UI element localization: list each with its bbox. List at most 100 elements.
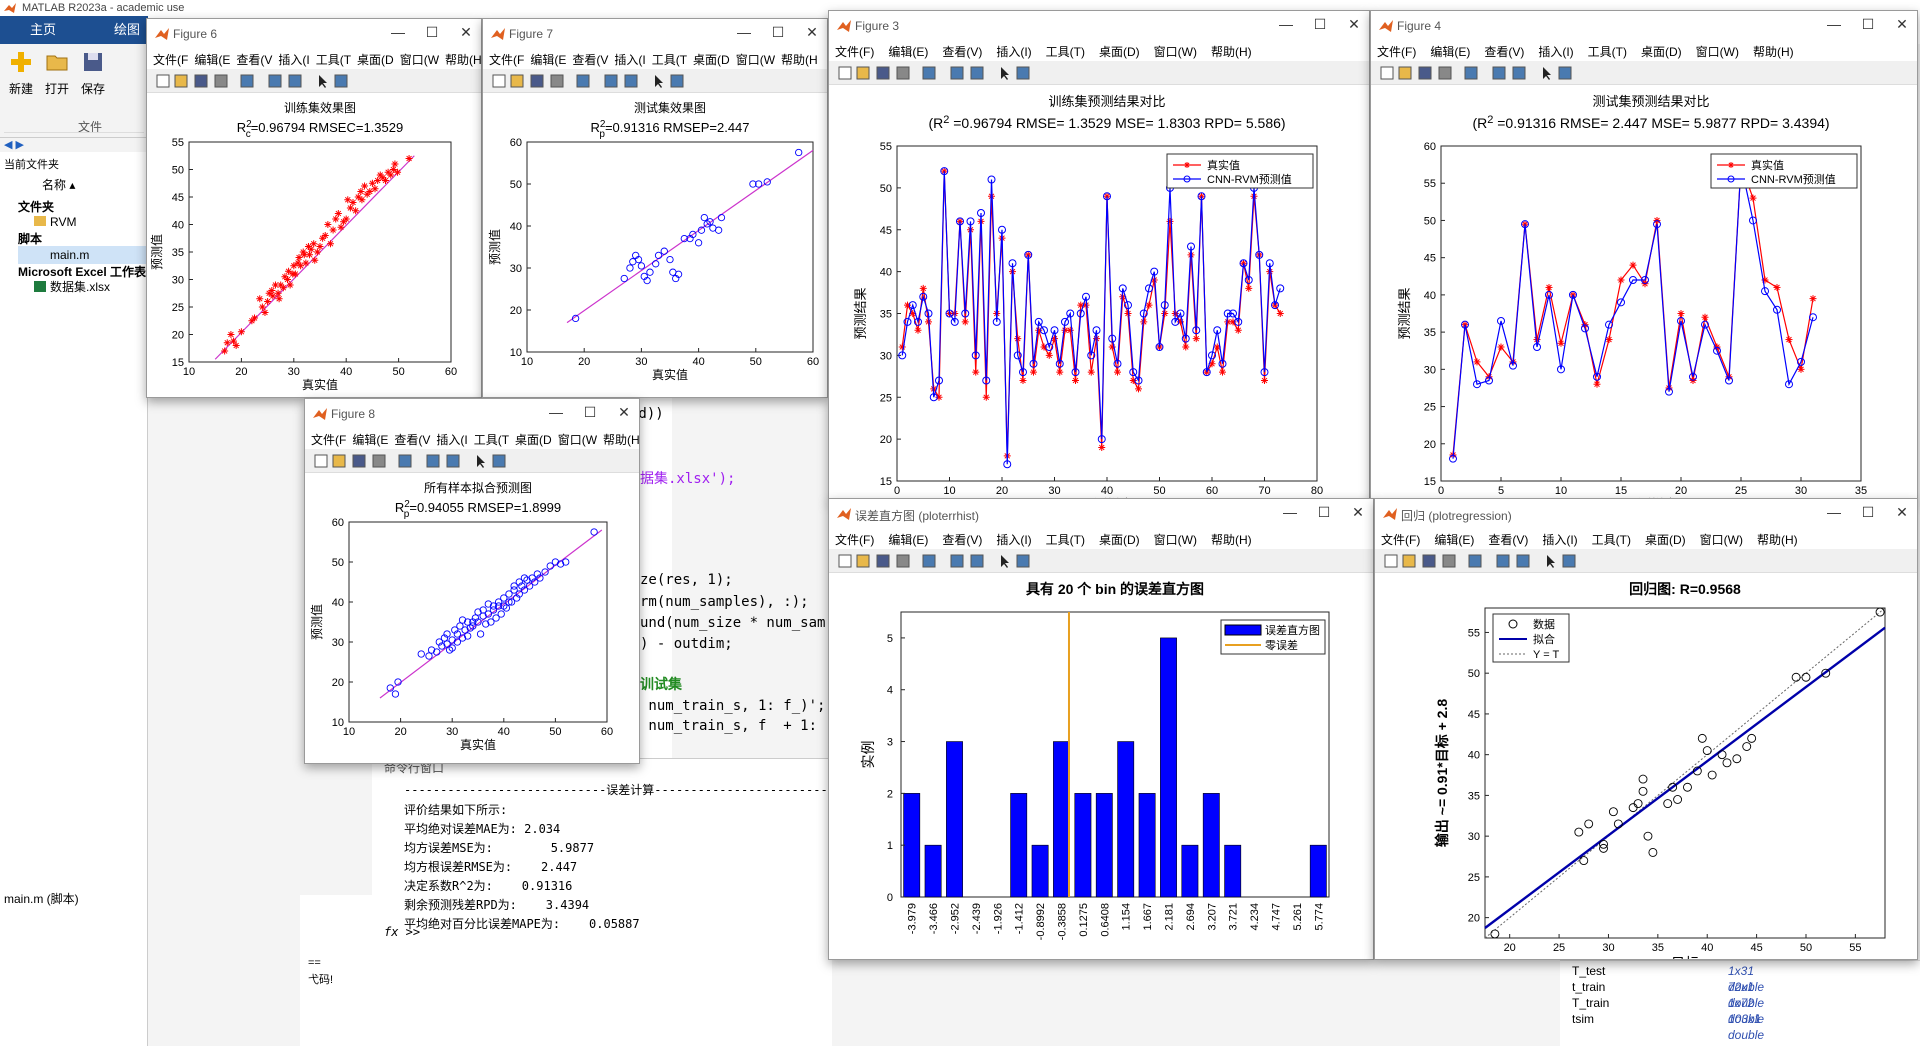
menu-item[interactable]: 编辑(E) [1434,529,1474,548]
menu-item[interactable]: 工具(T) [1046,529,1085,548]
menu-item[interactable]: 编辑(E [352,429,388,448]
menu-item[interactable]: 帮助(H) [1211,529,1252,548]
menu-item[interactable]: 帮助(H [603,429,639,448]
maximize-icon[interactable]: ☐ [1859,16,1877,33]
ws-var-row[interactable]: T_test 1x31 double [1572,963,1764,994]
figure-7-window[interactable]: Figure 7 — ☐ ✕ 文件(F 编辑(E 查看(V 插入(I 工具(T 桌面(D 窗口(W 帮… [482,18,828,398]
menu-item[interactable]: 窗口(W) [1696,41,1739,60]
colorbar-icon[interactable] [425,453,441,469]
open-button[interactable]: 打开 [40,50,74,97]
pointer-icon[interactable] [473,453,489,469]
colorbar-icon[interactable] [267,73,283,89]
open-file-icon[interactable] [855,65,871,81]
colorbar-icon[interactable] [603,73,619,89]
menu-item[interactable]: 文件(F [489,49,524,68]
print-icon[interactable] [1437,65,1453,81]
minimize-icon[interactable]: — [547,404,565,420]
property-editor-icon[interactable] [1561,553,1577,569]
new-figure-icon[interactable] [491,73,507,89]
name-column-header[interactable]: 名称 ▴ [42,176,75,194]
menu-item[interactable]: 帮助(H) [1753,41,1794,60]
pointer-icon[interactable] [997,553,1013,569]
open-file-icon[interactable] [331,453,347,469]
menu-item[interactable]: 桌面(D [693,49,730,68]
figure-4-window[interactable]: Figure 4 — ☐ ✕ 文件(F) 编辑(E) 查看(V) 插入(I) 工具(T) 桌面(D… [1370,10,1918,502]
menu-item[interactable]: 查看(V [572,49,608,68]
colorbar-icon[interactable] [1495,553,1511,569]
maximize-icon[interactable]: ☐ [423,24,441,41]
property-editor-icon[interactable] [1015,65,1031,81]
menu-item[interactable]: 帮助(H) [1757,529,1798,548]
menu-item[interactable]: 窗口(W [736,49,775,68]
tree-group-folders[interactable]: 文件夹 [18,198,54,216]
menu-item[interactable]: 查看(V) [942,529,982,548]
menu-item[interactable]: 桌面(D) [1099,529,1140,548]
menu-item[interactable]: 编辑(E) [888,41,928,60]
close-icon[interactable]: ✕ [1893,504,1911,521]
ws-var-row[interactable]: tsim 103x1 double [1572,1011,1764,1042]
menu-item[interactable]: 窗口(W [558,429,597,448]
close-icon[interactable]: ✕ [1345,16,1363,33]
figure-6-window[interactable]: Figure 6 — ☐ ✕ 文件(F 编辑(E 查看(V 插入(I 工具(T 桌面(D 窗口(W 帮… [146,18,482,398]
menu-item[interactable]: 窗口(W) [1154,41,1197,60]
address-bar[interactable]: ◀ ▶ [0,138,148,152]
menu-item[interactable]: 文件(F [153,49,188,68]
menu-item[interactable]: 插入(I) [996,41,1031,60]
menu-item[interactable]: 窗口(W) [1700,529,1743,548]
menu-item[interactable]: 插入(I) [996,529,1031,548]
menu-item[interactable]: 插入(I [436,429,467,448]
menu-item[interactable]: 帮助(H [445,49,481,68]
pointer-icon[interactable] [1539,65,1555,81]
open-file-icon[interactable] [173,73,189,89]
figure-8-window[interactable]: Figure 8 — ☐ ✕ 文件(F 编辑(E 查看(V 插入(I 工具(T 桌面(D 窗口(W 帮… [304,398,640,764]
save-icon[interactable] [193,73,209,89]
menu-item[interactable]: 文件(F) [835,41,874,60]
menu-item[interactable]: 工具(T [474,429,509,448]
maximize-icon[interactable]: ☐ [769,24,787,41]
menu-item[interactable]: 编辑(E [194,49,230,68]
close-icon[interactable]: ✕ [1893,16,1911,33]
minimize-icon[interactable]: — [1277,16,1295,32]
ws-var-row[interactable]: t_train 72x1 double [1572,979,1764,1010]
command-prompt[interactable]: fx >> [384,925,420,939]
colorbar-icon[interactable] [949,65,965,81]
menu-item[interactable]: 工具(T [316,49,351,68]
new-figure-icon[interactable] [313,453,329,469]
maximize-icon[interactable]: ☐ [1315,504,1333,521]
minimize-icon[interactable]: — [1825,504,1843,520]
menu-item[interactable]: 桌面(D) [1645,529,1686,548]
menu-item[interactable]: 插入(I) [1542,529,1577,548]
legend-icon[interactable] [623,73,639,89]
command-window[interactable]: 命令行窗口 ----------------------------误差计算--… [372,758,857,1046]
pointer-icon[interactable] [1543,553,1559,569]
legend-icon[interactable] [1515,553,1531,569]
minimize-icon[interactable]: — [1281,504,1299,520]
print-icon[interactable] [895,553,911,569]
tree-item-rvm[interactable]: RVM [50,213,76,231]
minimize-icon[interactable]: — [389,24,407,40]
property-editor-icon[interactable] [669,73,685,89]
menu-item[interactable]: 文件(F) [1381,529,1420,548]
link-plot-icon[interactable] [1467,553,1483,569]
menu-item[interactable]: 桌面(D) [1099,41,1140,60]
open-file-icon[interactable] [1401,553,1417,569]
legend-icon[interactable] [445,453,461,469]
pointer-icon[interactable] [997,65,1013,81]
print-icon[interactable] [213,73,229,89]
property-editor-icon[interactable] [1557,65,1573,81]
link-plot-icon[interactable] [575,73,591,89]
maximize-icon[interactable]: ☐ [1859,504,1877,521]
save-button[interactable]: 保存 [76,50,110,97]
new-figure-icon[interactable] [1383,553,1399,569]
new-figure-icon[interactable] [837,553,853,569]
legend-icon[interactable] [969,553,985,569]
menu-item[interactable]: 帮助(H [781,49,818,68]
menu-item[interactable]: 插入(I [614,49,645,68]
menu-item[interactable]: 窗口(W) [1154,529,1197,548]
property-editor-icon[interactable] [333,73,349,89]
property-editor-icon[interactable] [1015,553,1031,569]
menu-item[interactable]: 编辑(E) [888,529,928,548]
colorbar-icon[interactable] [949,553,965,569]
link-plot-icon[interactable] [1463,65,1479,81]
tab-plots[interactable]: 绘图 [114,16,140,44]
